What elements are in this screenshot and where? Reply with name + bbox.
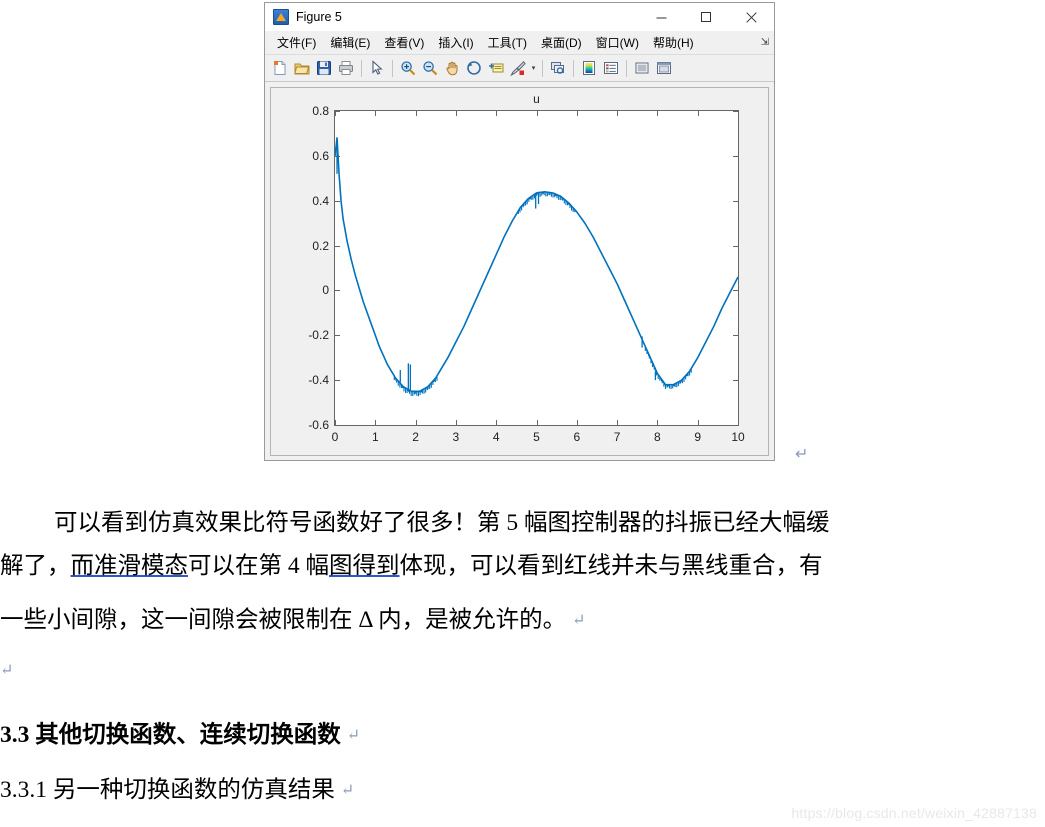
y-tick-label: -0.2 <box>308 328 329 343</box>
chart-plot-area <box>335 137 738 397</box>
rotate-3d-icon[interactable] <box>464 58 484 79</box>
menu-view[interactable]: 查看(V) <box>377 32 431 54</box>
zoom-out-icon[interactable] <box>420 58 440 79</box>
pan-icon[interactable] <box>442 58 462 79</box>
x-tick-label: 4 <box>492 430 500 444</box>
paragraph-line-2: 解了，而准滑模态可以在第 4 幅图得到体现，可以看到红线并未与黑线重合，有 <box>0 546 1045 580</box>
p3-run-1: 一些小间隙，这一间隙会被限制在 Δ 内，是被允许的。 <box>0 607 567 633</box>
p2-run-1: 解了， <box>0 553 71 579</box>
y-tick-label: -0.6 <box>308 418 329 432</box>
empty-paragraph-mark-line: ↵ <box>0 660 1045 682</box>
x-tick-mark <box>738 420 739 425</box>
menu-insert[interactable]: 插入(I) <box>431 32 480 54</box>
menu-tools[interactable]: 工具(T) <box>481 32 534 54</box>
y-tick-label: 0.2 <box>312 238 329 253</box>
paragraph-line-3: 一些小间隙，这一间隙会被限制在 Δ 内，是被允许的。 ↵ <box>0 600 1045 634</box>
menu-window[interactable]: 窗口(W) <box>589 32 646 54</box>
zoom-in-icon[interactable] <box>398 58 418 79</box>
data-cursor-icon[interactable] <box>486 58 506 79</box>
data-series-u <box>335 137 738 397</box>
y-tick-label: 0.6 <box>312 148 329 163</box>
figure-menubar[interactable]: 文件(F) 编辑(E) 查看(V) 插入(I) 工具(T) 桌面(D) 窗口(W… <box>265 32 774 55</box>
x-tick-label: 10 <box>731 430 745 444</box>
heading-3-3-mark: ↵ <box>346 727 361 744</box>
matlab-logo-icon <box>273 9 289 25</box>
show-plot-tools-icon[interactable] <box>654 58 674 79</box>
x-tick-label: 1 <box>371 430 379 444</box>
y-tick-label: 0.4 <box>312 193 329 208</box>
x-tick-label: 5 <box>533 430 540 444</box>
minimize-button[interactable] <box>639 3 684 32</box>
toolbar-separator <box>392 59 393 77</box>
link-plot-icon[interactable] <box>548 58 568 79</box>
toolbar-separator <box>542 59 543 77</box>
matlab-figure-window[interactable]: Figure 5 文件(F) 编辑(E) 查看(V) 插入(I) 工具(T) 桌… <box>264 2 775 461</box>
p2-run-5: 体现，可以看到红线并未与黑线重合，有 <box>399 553 823 579</box>
curve-u <box>335 137 738 393</box>
hide-plot-tools-icon[interactable] <box>632 58 652 79</box>
figure-titlebar[interactable]: Figure 5 <box>265 3 774 32</box>
x-tick-label: 2 <box>412 430 419 444</box>
new-figure-icon[interactable] <box>270 58 290 79</box>
open-file-icon[interactable] <box>292 58 312 79</box>
menu-overflow-icon[interactable]: ⇲ <box>761 37 769 48</box>
edit-plot-pointer-icon[interactable] <box>367 58 387 79</box>
y-tick-label: 0.8 <box>312 104 329 118</box>
figure-window-title: Figure 5 <box>296 10 342 24</box>
paragraph-mark: ↵ <box>571 612 586 629</box>
x-tick-mark-top <box>738 111 739 116</box>
close-button[interactable] <box>729 3 774 32</box>
x-tick-label: 0 <box>331 430 339 444</box>
empty-paragraph-mark: ↵ <box>0 662 14 679</box>
heading-3-3-1: 3.3.1 另一种切换函数的仿真结果 ↵ <box>0 770 1045 804</box>
chart-title: u <box>533 92 540 106</box>
y-tick-mark <box>335 425 340 426</box>
maximize-button[interactable] <box>684 3 729 32</box>
p2-run-4-underlined: 图得到 <box>329 553 400 579</box>
x-tick-label: 3 <box>452 430 460 444</box>
p2-run-3: 可以在第 4 幅 <box>188 553 329 579</box>
toolbar-separator <box>573 59 574 77</box>
x-tick-label: 7 <box>613 430 621 444</box>
toolbar-separator <box>626 59 627 77</box>
menu-desktop[interactable]: 桌面(D) <box>534 32 589 54</box>
figure-toolbar[interactable]: ▾ <box>265 55 774 82</box>
paragraph-line-1: 可以看到仿真效果比符号函数好了很多！第 5 幅图控制器的抖振已经大幅缓 <box>0 503 1045 537</box>
heading-3-3: 3.3 其他切换函数、连续切换函数 ↵ <box>0 715 1045 749</box>
menu-help[interactable]: 帮助(H) <box>646 32 701 54</box>
y-tick-label: 0 <box>322 283 329 298</box>
heading-3-3-1-mark: ↵ <box>340 782 355 799</box>
figure-paragraph-mark: ↵ <box>795 446 809 463</box>
p2-run-2-underlined: 而准滑模态 <box>70 553 189 579</box>
figure-canvas[interactable]: u -0.6 -0.4 -0.2 0 0.2 0.4 0.6 0.8 0 1 2 3 4 5 6 7 8 9 10 <box>270 87 769 456</box>
insert-colorbar-icon[interactable] <box>579 58 599 79</box>
toolbar-separator <box>361 59 362 77</box>
print-figure-icon[interactable] <box>336 58 356 79</box>
heading-3-3-text: 其他切换函数、连续切换函数 <box>29 722 341 748</box>
insert-legend-icon[interactable] <box>601 58 621 79</box>
brush-dropdown-caret-icon[interactable]: ▾ <box>529 58 538 79</box>
brush-data-icon[interactable] <box>508 58 528 79</box>
y-tick-label: -0.4 <box>308 373 329 388</box>
y-tick-mark-right <box>733 425 738 426</box>
x-tick-label: 9 <box>694 430 702 444</box>
window-controls <box>639 3 774 32</box>
heading-3-3-number: 3.3 <box>0 722 30 748</box>
x-tick-label: 8 <box>654 430 661 444</box>
menu-edit[interactable]: 编辑(E) <box>323 32 377 54</box>
menu-file[interactable]: 文件(F) <box>270 32 323 54</box>
watermark: https://blog.csdn.net/weixin_42887138 <box>791 805 1037 821</box>
heading-3-3-1-text: 另一种切换函数的仿真结果 <box>47 777 335 803</box>
heading-3-3-1-number: 3.3.1 <box>0 777 47 803</box>
paragraph-line-1-text: 可以看到仿真效果比符号函数好了很多！第 5 幅图控制器的抖振已经大幅缓 <box>54 510 830 536</box>
save-figure-icon[interactable] <box>314 58 334 79</box>
x-tick-label: 6 <box>573 430 581 444</box>
plot-axes[interactable]: u -0.6 -0.4 -0.2 0 0.2 0.4 0.6 0.8 0 1 2 3 4 5 6 7 8 9 10 <box>308 92 744 444</box>
